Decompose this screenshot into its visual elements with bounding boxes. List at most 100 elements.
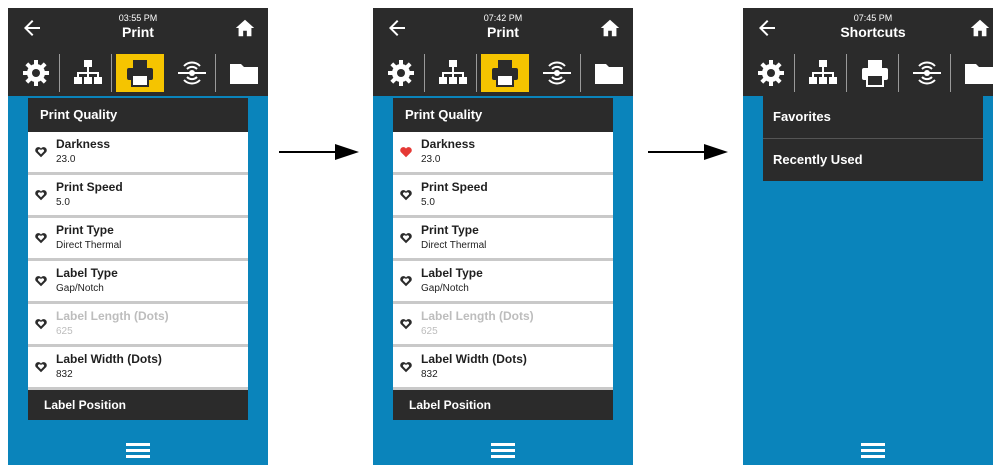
- print-quality-list: Print Quality Darkness 23.0 Print Speed …: [393, 98, 613, 420]
- gear-icon: [758, 60, 784, 86]
- item-value: 832: [56, 369, 73, 380]
- clock: 03:55 PM: [118, 13, 158, 23]
- category-tabs: [8, 50, 268, 96]
- hamburger-menu-icon[interactable]: [491, 443, 515, 458]
- heart-outline-icon[interactable]: [34, 274, 48, 288]
- tab-print[interactable]: [851, 54, 899, 92]
- home-icon[interactable]: [599, 17, 621, 39]
- list-item[interactable]: Darkness 23.0: [28, 132, 248, 175]
- heart-outline-icon[interactable]: [399, 188, 413, 202]
- item-value: 625: [56, 326, 73, 337]
- tab-connection[interactable]: [168, 54, 216, 92]
- tab-storage[interactable]: [955, 54, 993, 92]
- tab-print[interactable]: [481, 54, 529, 92]
- wireless-icon: [913, 61, 941, 85]
- tab-settings[interactable]: [12, 54, 60, 92]
- tab-network[interactable]: [64, 54, 112, 92]
- list-item[interactable]: Label Type Gap/Notch: [28, 261, 248, 304]
- list-item[interactable]: Label Width (Dots) 832: [28, 347, 248, 390]
- hamburger-menu-icon[interactable]: [126, 443, 150, 458]
- heart-outline-icon[interactable]: [399, 274, 413, 288]
- item-value: 5.0: [421, 197, 435, 208]
- gear-icon: [388, 60, 414, 86]
- top-bar: 07:42 PM Print: [373, 8, 633, 50]
- printer-icon: [862, 60, 888, 87]
- heart-outline-icon[interactable]: [34, 231, 48, 245]
- menu-item-recently-used[interactable]: Recently Used: [763, 139, 983, 181]
- wireless-icon: [178, 61, 206, 85]
- folder-icon: [230, 64, 258, 84]
- tab-network[interactable]: [429, 54, 477, 92]
- list-item[interactable]: Print Type Direct Thermal: [393, 218, 613, 261]
- shortcuts-menu: Favorites Recently Used: [763, 96, 983, 181]
- item-label: Label Type: [421, 266, 483, 280]
- home-icon[interactable]: [234, 17, 256, 39]
- item-value: 832: [421, 369, 438, 380]
- item-value: Gap/Notch: [421, 283, 469, 294]
- section-header: Print Quality: [28, 98, 248, 132]
- list-item[interactable]: Print Speed 5.0: [393, 175, 613, 218]
- hamburger-menu-icon[interactable]: [861, 443, 885, 458]
- wireless-icon: [543, 61, 571, 85]
- tab-settings[interactable]: [377, 54, 425, 92]
- item-value: 23.0: [56, 154, 76, 165]
- print-quality-list: Print Quality Darkness 23.0 Print Speed …: [28, 98, 248, 420]
- screen-title: Print: [122, 24, 154, 40]
- item-value: Direct Thermal: [56, 240, 122, 251]
- gear-icon: [23, 60, 49, 86]
- category-tabs: [743, 50, 993, 96]
- folder-icon: [595, 64, 623, 84]
- list-item[interactable]: Label Width (Dots) 832: [393, 347, 613, 390]
- item-label: Label Type: [56, 266, 118, 280]
- screen-print-before: 03:55 PM Print Print Quality Darkness 23…: [8, 8, 268, 465]
- heart-filled-icon[interactable]: [399, 145, 413, 159]
- menu-item-favorites[interactable]: Favorites: [763, 96, 983, 139]
- tab-network[interactable]: [799, 54, 847, 92]
- home-icon[interactable]: [969, 17, 991, 39]
- list-item[interactable]: Print Speed 5.0: [28, 175, 248, 218]
- list-item[interactable]: Label Type Gap/Notch: [393, 261, 613, 304]
- item-value: 625: [421, 326, 438, 337]
- screen-print-after: 07:42 PM Print Print Quality Darkness 23…: [373, 8, 633, 465]
- clock: 07:42 PM: [483, 13, 523, 23]
- tab-storage[interactable]: [220, 54, 268, 92]
- printer-icon: [127, 60, 153, 87]
- heart-outline-icon[interactable]: [399, 360, 413, 374]
- section-header-next[interactable]: Label Position: [28, 390, 248, 420]
- top-bar: 03:55 PM Print: [8, 8, 268, 50]
- tab-storage[interactable]: [585, 54, 633, 92]
- heart-outline-icon[interactable]: [34, 145, 48, 159]
- section-header: Print Quality: [393, 98, 613, 132]
- item-label: Print Speed: [56, 180, 123, 194]
- tab-connection[interactable]: [903, 54, 951, 92]
- item-label: Label Length (Dots): [56, 309, 169, 323]
- list-item[interactable]: Print Type Direct Thermal: [28, 218, 248, 261]
- screen-title: Print: [487, 24, 519, 40]
- network-icon: [809, 60, 837, 84]
- top-bar: 07:45 PM Shortcuts: [743, 8, 993, 50]
- heart-outline-icon[interactable]: [399, 231, 413, 245]
- item-value: Direct Thermal: [421, 240, 487, 251]
- heart-outline-icon[interactable]: [399, 317, 413, 331]
- folder-icon: [965, 64, 993, 84]
- section-header-next[interactable]: Label Position: [393, 390, 613, 420]
- item-value: 23.0: [421, 154, 441, 165]
- screen-title: Shortcuts: [840, 24, 906, 40]
- item-label: Print Speed: [421, 180, 488, 194]
- heart-outline-icon[interactable]: [34, 360, 48, 374]
- arrow-right-icon: [648, 144, 728, 160]
- item-value: 5.0: [56, 197, 70, 208]
- screen-shortcuts: 07:45 PM Shortcuts Favorites Recently Us…: [743, 8, 993, 465]
- printer-icon: [492, 60, 518, 87]
- heart-outline-icon[interactable]: [34, 317, 48, 331]
- tab-connection[interactable]: [533, 54, 581, 92]
- item-value: Gap/Notch: [56, 283, 104, 294]
- list-item[interactable]: Darkness 23.0: [393, 132, 613, 175]
- tab-settings[interactable]: [747, 54, 795, 92]
- item-label: Label Width (Dots): [56, 352, 162, 366]
- network-icon: [439, 60, 467, 84]
- item-label: Darkness: [421, 137, 476, 151]
- tab-print[interactable]: [116, 54, 164, 92]
- clock: 07:45 PM: [853, 13, 893, 23]
- heart-outline-icon[interactable]: [34, 188, 48, 202]
